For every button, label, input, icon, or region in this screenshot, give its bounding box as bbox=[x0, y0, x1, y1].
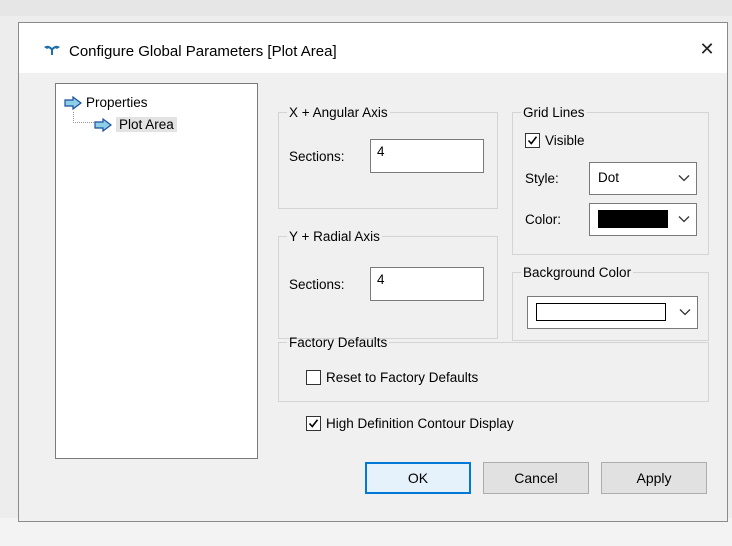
checkbox-box[interactable] bbox=[306, 370, 321, 385]
tree-item-label: Properties bbox=[86, 95, 148, 110]
right-arrow-icon bbox=[64, 95, 82, 110]
visible-label: Visible bbox=[545, 133, 585, 148]
x-sections-label: Sections: bbox=[289, 149, 345, 164]
factory-defaults-group: Factory Defaults bbox=[278, 335, 709, 402]
close-icon: ✕ bbox=[699, 38, 715, 59]
background-bottom bbox=[0, 518, 732, 546]
check-icon bbox=[527, 136, 538, 145]
chevron-down-icon bbox=[679, 309, 691, 316]
right-arrow-icon bbox=[94, 117, 112, 132]
background-color-swatch bbox=[536, 303, 666, 321]
properties-tree[interactable]: Properties Plot Area bbox=[55, 83, 258, 459]
y-sections-label: Sections: bbox=[289, 277, 345, 292]
apply-button[interactable]: Apply bbox=[601, 462, 707, 494]
group-title: X + Angular Axis bbox=[289, 105, 388, 120]
checkbox-box[interactable] bbox=[306, 416, 321, 431]
style-dropdown[interactable]: Dot bbox=[589, 162, 697, 195]
x-sections-input[interactable]: 4 bbox=[370, 139, 484, 173]
grid-color-dropdown[interactable] bbox=[589, 203, 697, 236]
title-bar[interactable]: Configure Global Parameters [Plot Area] … bbox=[19, 23, 727, 73]
group-title: Background Color bbox=[523, 265, 632, 280]
reset-label: Reset to Factory Defaults bbox=[326, 370, 479, 385]
color-label: Color: bbox=[525, 212, 562, 227]
window-title: Configure Global Parameters [Plot Area] bbox=[69, 43, 337, 60]
cancel-button[interactable]: Cancel bbox=[483, 462, 589, 494]
style-label: Style: bbox=[525, 171, 559, 186]
style-value: Dot bbox=[598, 170, 620, 185]
tree-item-properties[interactable]: Properties bbox=[64, 95, 148, 110]
group-title: Factory Defaults bbox=[289, 335, 388, 350]
group-title: Y + Radial Axis bbox=[289, 229, 380, 244]
reset-factory-defaults-checkbox[interactable]: Reset to Factory Defaults bbox=[306, 370, 478, 385]
grid-color-swatch bbox=[598, 210, 668, 228]
background-window bbox=[0, 0, 732, 16]
high-definition-label: High Definition Contour Display bbox=[326, 416, 514, 431]
check-icon bbox=[308, 419, 319, 428]
tree-item-plot-area[interactable]: Plot Area bbox=[94, 117, 177, 132]
tree-item-label: Plot Area bbox=[116, 117, 177, 132]
chevron-down-icon bbox=[678, 216, 690, 223]
ok-button[interactable]: OK bbox=[365, 462, 471, 494]
checkbox-box[interactable] bbox=[525, 133, 540, 148]
high-definition-checkbox[interactable]: High Definition Contour Display bbox=[306, 416, 514, 431]
close-button[interactable]: ✕ bbox=[695, 37, 719, 61]
visible-checkbox[interactable]: Visible bbox=[525, 133, 585, 148]
configure-dialog: Configure Global Parameters [Plot Area] … bbox=[18, 22, 728, 522]
tree-connector bbox=[73, 112, 94, 123]
group-title: Grid Lines bbox=[523, 105, 585, 120]
chevron-down-icon bbox=[678, 175, 690, 182]
background-color-dropdown[interactable] bbox=[527, 296, 698, 329]
app-logo-icon bbox=[44, 45, 60, 55]
y-sections-input[interactable]: 4 bbox=[370, 267, 484, 301]
